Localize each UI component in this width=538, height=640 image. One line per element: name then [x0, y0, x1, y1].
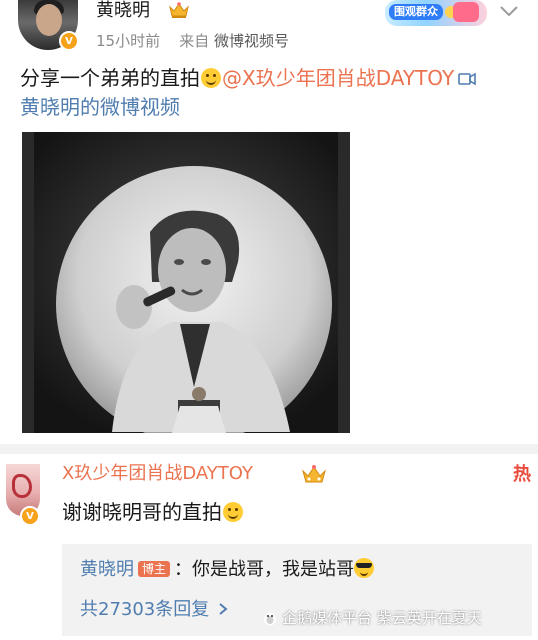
promo-gift-icon: [453, 2, 479, 22]
smile-emoji-icon: [201, 68, 221, 88]
chevron-right-icon: [219, 603, 228, 615]
reply-text: ：你是战哥，我是站哥: [174, 559, 355, 580]
verified-badge-icon: V: [59, 31, 79, 51]
watermark-text: 企鹅媒体平台 紫云英开在夏天: [282, 609, 482, 627]
comment-text-body: 谢谢晓明哥的直拍: [62, 500, 222, 524]
video-icon: [458, 72, 476, 86]
concert-photo: [22, 132, 350, 433]
cool-emoji-icon: [354, 558, 375, 578]
post-time: 15小时前: [96, 32, 161, 50]
smile-emoji-icon: [223, 502, 243, 522]
section-divider: [0, 444, 538, 454]
video-thumbnail[interactable]: [22, 132, 350, 433]
reply-line: 黄晓明 博主 ：你是战哥，我是站哥: [80, 558, 375, 582]
author-tag: 博主: [138, 561, 171, 577]
promo-banner[interactable]: 围观群众: [385, 0, 487, 26]
watermark: 企鹅媒体平台 紫云英开在夏天: [262, 608, 482, 628]
reply-author[interactable]: 黄晓明: [80, 559, 134, 580]
post-source[interactable]: 微博视频号: [214, 32, 289, 50]
verified-badge-icon: V: [20, 506, 40, 526]
hot-tag: 热: [513, 464, 531, 485]
post-meta: 15小时前 来自 微博视频号: [96, 30, 289, 51]
penguin-logo-icon: [264, 612, 276, 626]
post-username[interactable]: 黄晓明: [96, 0, 150, 22]
mention-link[interactable]: @X玖少年团肖战DAYTOY: [222, 66, 454, 90]
post-text: 分享一个弟弟的直拍 @X玖少年团肖战DAYTOY 黄晓明的微博视频: [20, 64, 525, 122]
comment-username[interactable]: X玖少年团肖战DAYTOY: [62, 463, 253, 485]
reply-count-link[interactable]: 共27303条回复: [80, 598, 229, 622]
crown-icon: [302, 465, 326, 483]
reply-count-label: 共27303条回复: [80, 599, 210, 620]
comment-item: V X玖少年团肖战DAYTOY 热 谢谢晓明哥的直拍 黄晓明 博主 ：你是战哥，我是…: [0, 454, 538, 640]
chevron-down-icon[interactable]: [498, 2, 520, 20]
post-source-prefix: 来自: [179, 32, 210, 50]
comment-text: 谢谢晓明哥的直拍: [62, 499, 244, 525]
crown-icon: [169, 2, 189, 18]
post-header: V 黄晓明 15小时前 来自 微博视频号 围观群众: [0, 0, 538, 58]
promo-badge: 围观群众: [389, 4, 443, 20]
video-link[interactable]: 黄晓明的微博视频: [20, 95, 180, 119]
post-text-prefix: 分享一个弟弟的直拍: [20, 66, 200, 90]
